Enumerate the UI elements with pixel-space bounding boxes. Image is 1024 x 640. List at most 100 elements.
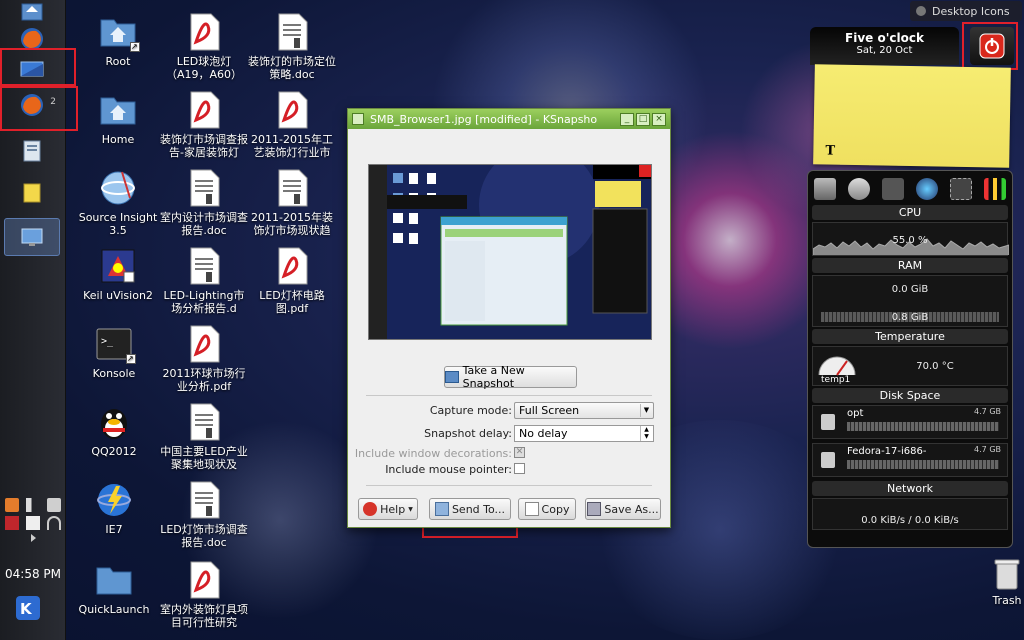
taskbar-show-desktop[interactable] [4,218,60,256]
trash-can-icon [994,559,1020,590]
capture-mode-select[interactable]: Full Screen ▼ [514,402,654,419]
network-graph: 0.0 KiB/s / 0.0 KiB/s [812,498,1008,530]
desktop-icon-file[interactable]: LED-Lighting市场分析报告.d [160,246,248,315]
mouse-pointer-checkbox[interactable] [514,463,525,474]
take-new-snapshot-button[interactable]: Take a New Snapshot [444,364,577,390]
help-button[interactable]: Help ▼ [358,498,418,520]
kde-menu-button[interactable]: K [15,595,41,621]
network-value: 0.0 KiB/s / 0.0 KiB/s [861,515,959,526]
volume-icon[interactable] [25,498,40,512]
desktop-icon-file[interactable]: 2011环球市场行业分析.pdf [160,324,248,393]
signal-bars-icon[interactable] [984,178,1006,200]
sticky-note[interactable]: T [813,64,1011,168]
harddisk-icon [821,452,835,468]
temp-sensor-label: temp1 [821,375,851,385]
taskbar-firefox-1[interactable] [4,22,60,56]
spin-arrows-icon[interactable]: ▲ ▼ [640,426,652,441]
cpu-value: 55.0 % [892,235,928,246]
desktop-icon-source-insight[interactable]: Source Insight 3.5 [72,168,164,237]
system-monitor-widget: CPU 55.0 % RAM 0.0 GiB 0.8 GiB Temperatu… [807,170,1013,548]
copy-button[interactable]: Copy [518,498,576,520]
desktop-icon-file[interactable]: LED灯杯电路图.pdf [248,246,336,315]
task-count: 2 [50,97,56,107]
pdf-icon [190,13,220,51]
send-to-button[interactable]: Send To... [429,498,511,520]
left-panel: 2 04:58 PM K [0,0,66,640]
dropdown-arrow-icon: ▼ [408,505,413,513]
document-icon [23,140,41,162]
desktop-icon-file[interactable]: LED球泡灯（A19，A60） [160,12,248,81]
desktop-icon [21,228,43,246]
taskbar-ksnapshot[interactable] [4,52,60,86]
taskbar-home-folder[interactable] [4,0,60,22]
expand-tray-icon[interactable] [30,534,36,542]
system-tray [2,498,64,546]
printer-icon[interactable] [46,498,61,512]
globe-icon[interactable] [916,178,938,200]
input-method-icon[interactable] [5,516,20,530]
close-button[interactable]: × [652,112,666,126]
desktop-icon-file[interactable]: 室内设计市场调查报告.doc [160,168,248,237]
clipboard-icon[interactable] [25,516,40,530]
ram-graph: 0.0 GiB 0.8 GiB [812,275,1008,327]
desktop-icon-root[interactable]: Root [76,12,160,68]
doc-icon [190,169,220,207]
network-header: Network [812,481,1008,496]
snapshot-preview[interactable] [368,164,652,340]
desktop-icon-file[interactable]: 装饰灯市场调查报告-家居装饰灯 [160,90,248,159]
clock-title: Five o'clock [845,31,924,45]
desktop-icon-konsole[interactable]: >_ Konsole [72,324,156,380]
desktop-icon-qq[interactable]: QQ2012 [72,402,156,458]
desktop-icons-button[interactable]: Desktop Icons [910,1,1022,21]
taskbar-notes[interactable] [4,134,60,168]
window-decorations-checkbox[interactable]: ✕ [514,447,525,458]
chevron-down-icon: ▼ [640,404,652,417]
clock-widget[interactable]: Five o'clock Sat, 20 Oct [810,27,959,65]
maximize-button[interactable]: □ [636,112,650,126]
window-titlebar[interactable]: SMB_Browser1.jpg [modified] - KSnapsho _… [348,109,670,129]
update-icon[interactable] [5,498,20,512]
camera-icon [445,371,459,383]
mouse-pointer-row: Include mouse pointer: [348,461,672,479]
harddisk-icon[interactable] [848,178,870,200]
desktop-icon-file[interactable]: 装饰灯的市场定位策略.doc [248,12,336,81]
save-as-button[interactable]: Save As... [585,498,661,520]
desktop-icon-home[interactable]: Home [76,90,160,146]
desktop-icon-quicklaunch[interactable]: QuickLaunch [72,560,156,616]
snapshot-delay-spinbox[interactable]: No delay ▲ ▼ [514,425,654,442]
app-icon[interactable] [352,113,364,125]
chip-icon[interactable] [950,178,972,200]
temperature-panel: temp1 70.0 °C [812,346,1008,386]
desktop-icon-file[interactable]: 2011-2015年工艺装饰灯行业市 [248,90,336,159]
monitor-toolbar [808,171,1012,203]
disk-entry: Fedora-17-i686- 4.7 GB [812,443,1008,477]
desktop-icon-file[interactable]: 室内外装饰灯具项目可行性研究 [160,560,248,629]
snapshot-thumbnail [369,165,651,339]
keil-icon [101,249,135,283]
camera-icon[interactable] [882,178,904,200]
logout-button[interactable] [970,27,1014,65]
doc-icon [190,403,220,441]
window-icon [20,61,44,77]
desktop-icon-file[interactable]: 2011-2015年装饰灯市场现状趋 [248,168,336,237]
firefox-icon [21,94,43,116]
action-buttons: Help ▼ Send To... Copy Save As... [358,498,662,520]
pdf-icon [278,91,308,129]
taskbar-firefox-2[interactable]: 2 [4,88,60,122]
snapshot-delay-row: Snapshot delay: No delay ▲ ▼ [348,425,672,443]
panel-clock[interactable]: 04:58 PM [0,567,66,581]
minimize-button[interactable]: _ [620,112,634,126]
taskbar-sticky-note[interactable] [4,176,60,210]
desktop-icon-keil[interactable]: Keil uVision2 [72,246,164,302]
desktop-icon-ie7[interactable]: IE7 [72,480,156,536]
trash-icon[interactable]: Trash [990,557,1024,607]
drive-icon[interactable] [814,178,836,200]
desktop-icon-file[interactable]: 中国主要LED产业聚集地现状及 [160,402,248,471]
wifi-icon[interactable] [46,516,61,530]
cpu-header: CPU [812,205,1008,220]
disk-space-header: Disk Space [812,388,1008,403]
folder-home-icon [21,3,43,21]
save-icon [587,502,602,516]
desktop-icon-file[interactable]: LED灯饰市场调查报告.doc [160,480,248,549]
folder-home-icon [100,97,136,125]
